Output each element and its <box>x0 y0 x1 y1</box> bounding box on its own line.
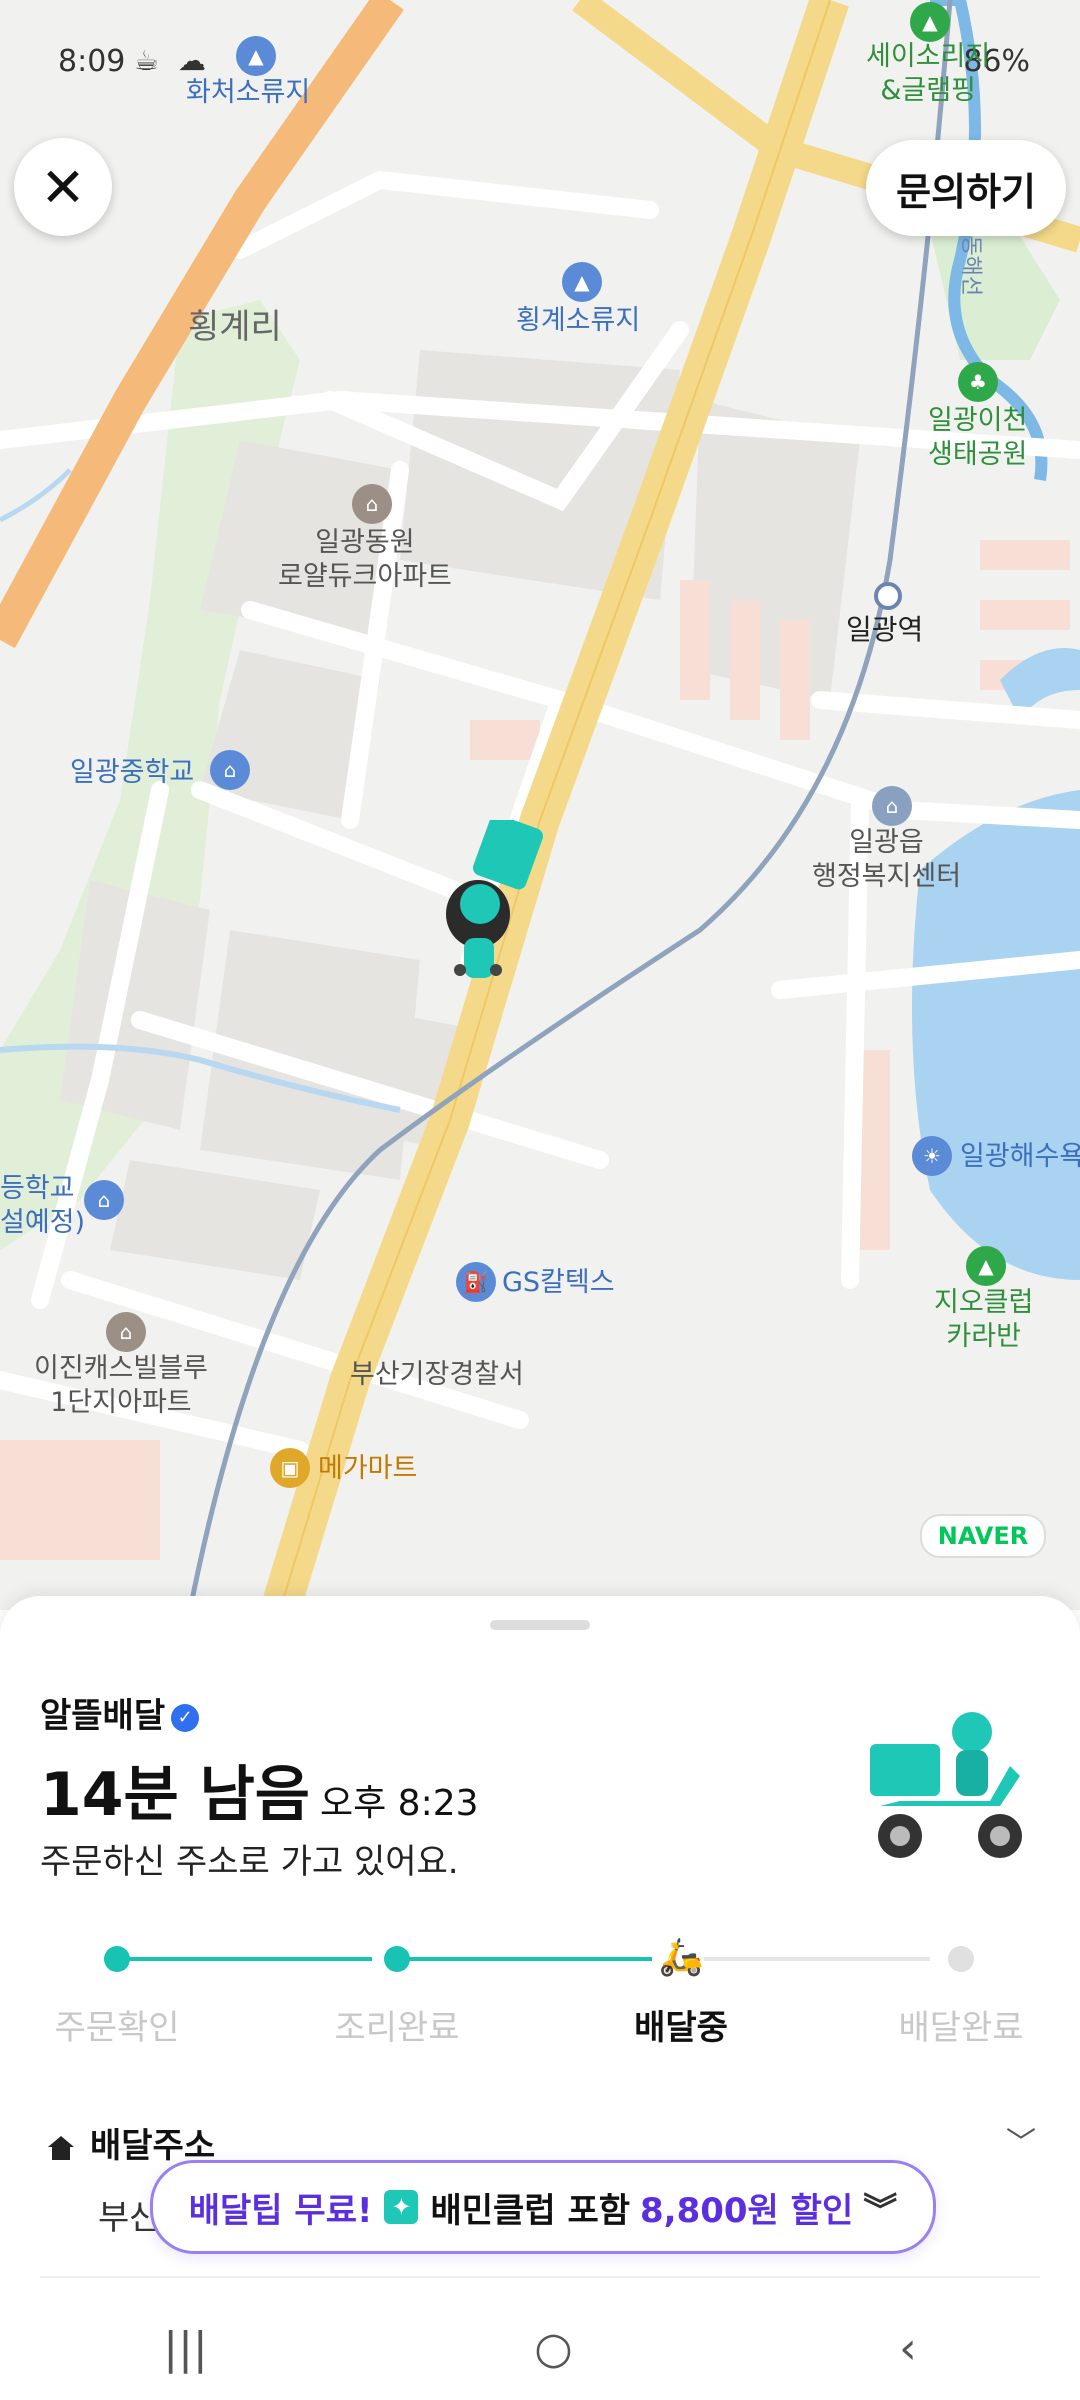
label-donghae-line: 동해선 <box>958 235 984 297</box>
label-police: 부산기장경찰서 <box>350 1359 524 1390</box>
delivery-progress: 🛵 주문확인 조리완료 배달중 배달완료 <box>0 1937 1080 2048</box>
progress-line <box>398 1957 652 1961</box>
pond-icon: ▲ <box>236 36 276 76</box>
step-label-cooked: 조리완료 <box>334 2008 460 2048</box>
label-ilgwang-ecopark: 일광이천 생태공원 <box>928 405 1028 470</box>
close-icon: ✕ <box>40 155 86 219</box>
delivery-map[interactable]: 8:09 ☕ ☁ 86% ✕ 문의하기 ▲ 화처소류지 횡계리 ▲ 횡계소류지 … <box>0 0 1080 1610</box>
recent-apps-icon[interactable]: ||| <box>163 2323 207 2374</box>
label-ilgwang-eup: 일광읍 행정복지센터 <box>812 827 962 892</box>
pond-icon: ▲ <box>562 262 602 302</box>
cloud-icon: ☁ <box>178 44 206 77</box>
label-megamart: 메가마트 <box>318 1453 418 1484</box>
step-dot-delivered <box>948 1946 974 1972</box>
label-hoengye-ri: 횡계리 <box>188 307 282 347</box>
gas-station-icon: ⛽ <box>456 1262 496 1302</box>
label-hoengye-pond: 횡계소류지 <box>516 305 641 336</box>
label-ilgwang-dongwon: 일광동원 로얄듀크아파트 <box>278 527 452 592</box>
verified-badge-icon: ✓ <box>171 1703 200 1732</box>
promo-banner[interactable]: 배달팁 무료! ✦ 배민클럽 포함 8,800원 할인 ︾ <box>150 2160 936 2254</box>
service-title: 알뜰배달 ✓ <box>40 1688 200 1737</box>
notification-icon: ☕ <box>134 44 160 77</box>
inquiry-button[interactable]: 문의하기 <box>866 140 1066 236</box>
chevron-down-icon[interactable]: ﹀ <box>1006 2118 1036 2162</box>
promo-discount: 8,800원 할인 <box>640 2190 854 2231</box>
school-icon: ⌂ <box>84 1180 124 1220</box>
promo-club: 배민클럽 포함 <box>430 2190 631 2231</box>
caravan-icon: ▲ <box>966 1246 1006 1286</box>
label-jio: 지오클럽 카라반 <box>934 1287 1034 1352</box>
step-label-confirmed: 주문확인 <box>54 2008 180 2048</box>
step-dot-confirmed <box>104 1946 130 1972</box>
scooter-step-icon: 🛵 <box>658 1937 704 1978</box>
back-icon[interactable]: ‹ <box>899 2323 917 2374</box>
label-gs: GS칼텍스 <box>502 1267 615 1298</box>
mart-icon: ▣ <box>270 1448 310 1488</box>
label-camping: 세이소리지 &글램핑 <box>866 41 991 106</box>
label-hwacheo: 화처소류지 <box>186 77 311 108</box>
station-icon <box>874 582 902 610</box>
label-school-left: 등학교 설예정) <box>0 1173 86 1238</box>
beach-icon: ☀ <box>912 1136 952 1176</box>
status-message: 주문하신 주소로 가고 있어요. <box>40 1842 459 1882</box>
divider <box>40 2276 1040 2278</box>
office-icon: ⌂ <box>872 786 912 826</box>
naver-logo: NAVER <box>920 1514 1046 1558</box>
scooter-illustration-icon <box>860 1706 1040 1866</box>
label-ilgwang-station: 일광역 <box>846 613 924 646</box>
camping-icon: ▲ <box>910 2 950 42</box>
double-chevron-down-icon: ︾ <box>863 2190 898 2231</box>
progress-line <box>118 1957 372 1961</box>
label-ijin: 이진캐스빌블루 1단지아파트 <box>34 1353 208 1418</box>
school-icon: ⌂ <box>210 750 250 790</box>
step-dot-cooked <box>384 1946 410 1972</box>
promo-free-tip: 배달팁 무료! <box>188 2190 373 2231</box>
sparkle-icon: ✦ <box>384 2190 419 2224</box>
step-label-delivered: 배달완료 <box>898 2008 1024 2048</box>
label-beach: 일광해수욕 <box>960 1141 1080 1172</box>
eta-display: 14분 남음 오후 8:23 <box>40 1746 479 1833</box>
delivery-rider-marker <box>430 820 550 990</box>
label-ilgwang-middle: 일광중학교 <box>70 757 195 788</box>
status-time: 8:09 <box>58 44 126 79</box>
step-label-delivering: 배달중 <box>634 2008 728 2048</box>
delivery-status-sheet[interactable]: 알뜰배달 ✓ 14분 남음 오후 8:23 주문하신 주소로 가고 있어요. 🛵 주… <box>0 1596 1080 2400</box>
service-name: 알뜰배달 <box>40 1696 166 1736</box>
apartment-icon: ⌂ <box>352 484 392 524</box>
apartment-icon: ⌂ <box>106 1312 146 1352</box>
home-circle-icon[interactable]: ○ <box>534 2323 572 2374</box>
eta-clock-time: 오후 8:23 <box>320 1783 479 1824</box>
system-nav-bar: ||| ○ ‹ <box>0 2296 1080 2400</box>
close-button[interactable]: ✕ <box>14 138 112 236</box>
progress-line <box>704 1957 930 1961</box>
park-icon: ♣ <box>958 362 998 402</box>
home-icon <box>48 2135 74 2160</box>
sheet-handle[interactable] <box>490 1620 590 1630</box>
eta-remaining: 14분 남음 <box>40 1760 310 1830</box>
